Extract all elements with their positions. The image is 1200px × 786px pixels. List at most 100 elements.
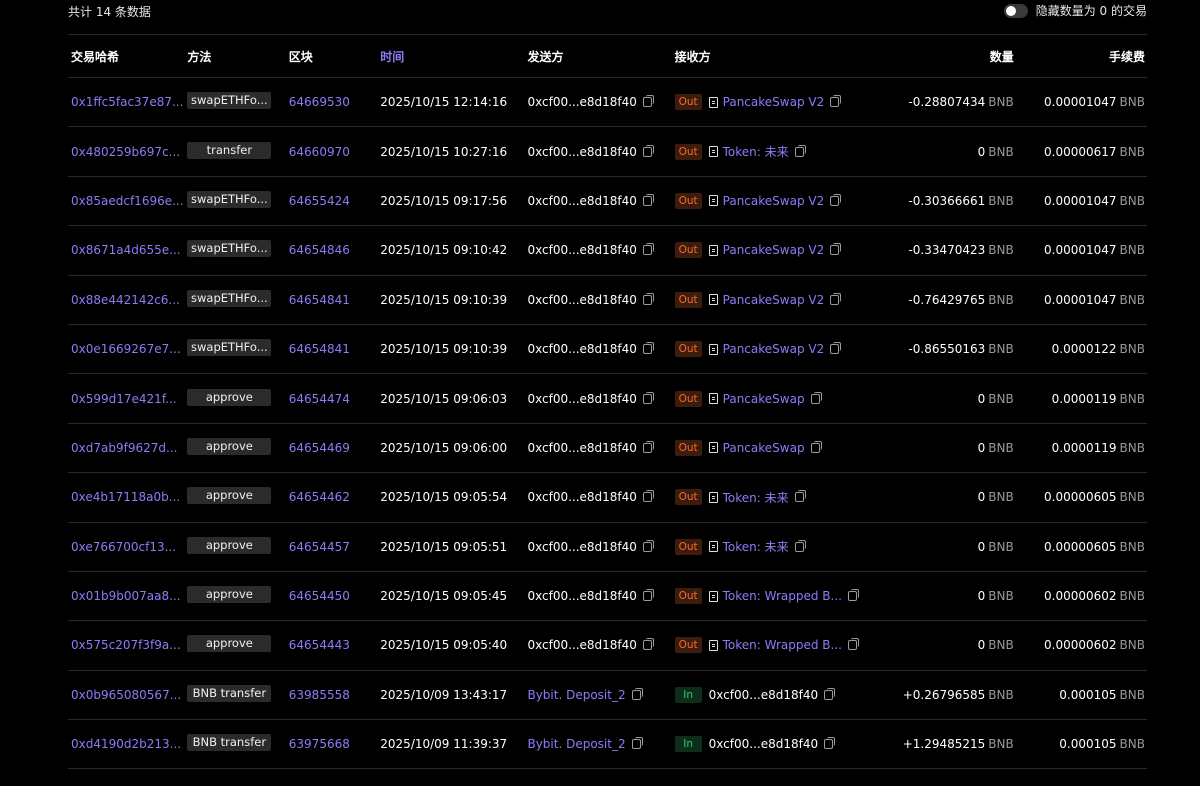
amount-value: 0 [977, 440, 986, 455]
copy-icon[interactable] [794, 539, 806, 552]
direction-badge: Out [674, 637, 702, 654]
amount-unit: BNB [988, 638, 1014, 653]
tx-hash-link[interactable]: 0xd4190d2b213... [71, 737, 181, 751]
copy-icon[interactable] [794, 490, 806, 503]
to-address[interactable]: Token: 未来 [723, 489, 789, 506]
block-link[interactable]: 64654474 [289, 392, 350, 406]
toggle-knob [1005, 5, 1016, 16]
copy-icon[interactable] [642, 292, 654, 305]
from-address: 0xcf00...e8d18f40 [527, 144, 637, 159]
copy-icon[interactable] [642, 193, 654, 206]
tx-hash-link[interactable]: 0xd7ab9f9627d... [71, 441, 177, 455]
copy-icon[interactable] [642, 144, 654, 157]
amount-value: +1.29485215 [902, 737, 986, 752]
copy-icon[interactable] [642, 490, 654, 503]
amount-unit: BNB [988, 490, 1014, 505]
copy-icon[interactable] [830, 342, 842, 355]
copy-icon[interactable] [810, 391, 822, 404]
block-link[interactable]: 64669530 [289, 95, 350, 109]
block-link[interactable]: 64654841 [289, 342, 350, 356]
to-address[interactable]: Token: 未来 [723, 538, 789, 555]
copy-icon[interactable] [824, 737, 836, 750]
block-link[interactable]: 64654846 [289, 243, 350, 257]
tx-hash-link[interactable]: 0x575c207f3f9a... [71, 638, 181, 652]
block-link[interactable]: 63975668 [289, 737, 350, 751]
copy-icon[interactable] [631, 737, 643, 750]
from-address[interactable]: Bybit. Deposit_2 [527, 737, 625, 751]
copy-icon[interactable] [642, 342, 654, 355]
to-address[interactable]: PancakeSwap V2 [723, 194, 825, 208]
tx-time: 2025/10/15 09:17:56 [380, 193, 508, 208]
to-address[interactable]: Token: Wrapped B... [723, 589, 842, 603]
amount-unit: BNB [988, 243, 1014, 258]
block-link[interactable]: 64660970 [289, 145, 350, 159]
copy-icon[interactable] [631, 687, 643, 700]
col-header-time[interactable]: 时间 [377, 48, 524, 65]
from-address: 0xcf00...e8d18f40 [527, 342, 637, 357]
fee-unit: BNB [1119, 440, 1145, 455]
block-link[interactable]: 64654462 [289, 490, 350, 504]
to-address[interactable]: Token: 未来 [723, 143, 789, 160]
block-link[interactable]: 64654457 [289, 540, 350, 554]
from-address: 0xcf00...e8d18f40 [527, 391, 637, 406]
block-link[interactable]: 64654450 [289, 589, 350, 603]
tx-hash-link[interactable]: 0x85aedcf1696e... [71, 194, 184, 208]
to-address[interactable]: PancakeSwap [723, 441, 805, 455]
copy-icon[interactable] [824, 687, 836, 700]
copy-icon[interactable] [810, 440, 822, 453]
tx-hash-link[interactable]: 0xe766700cf13... [71, 540, 176, 554]
method-tag: approve [187, 437, 272, 455]
copy-icon[interactable] [642, 539, 654, 552]
from-address[interactable]: Bybit. Deposit_2 [527, 688, 625, 702]
to-address[interactable]: PancakeSwap V2 [723, 293, 825, 307]
copy-icon[interactable] [642, 589, 654, 602]
direction-badge: In [674, 736, 702, 753]
tx-hash-link[interactable]: 0x01b9b007aa8... [71, 589, 181, 603]
copy-icon[interactable] [642, 638, 654, 651]
tx-hash-link[interactable]: 0x88e442142c6... [71, 293, 180, 307]
table-row: 0xe766700cf13... approve 64654457 2025/10/1… [68, 523, 1147, 572]
block-link[interactable]: 63985558 [289, 688, 350, 702]
fee-unit: BNB [1119, 687, 1145, 702]
fee-value: 0.0000122 [1051, 342, 1117, 357]
hide-zero-toggle[interactable] [1003, 3, 1028, 18]
copy-icon[interactable] [847, 638, 859, 651]
contract-icon [708, 639, 718, 651]
tx-hash-link[interactable]: 0xe4b17118a0b... [71, 490, 180, 504]
direction-badge: Out [674, 341, 702, 358]
table-row: 0x480259b697c... transfer 64660970 2025/10/… [68, 127, 1147, 177]
copy-icon[interactable] [642, 391, 654, 404]
tx-hash-link[interactable]: 0x480259b697c... [71, 145, 180, 159]
copy-icon[interactable] [830, 193, 842, 206]
tx-hash-link[interactable]: 0x0e1669267e7... [71, 342, 181, 356]
hide-zero-filter[interactable]: 隐藏数量为 0 的交易 [1003, 2, 1147, 19]
fee-unit: BNB [1119, 589, 1145, 604]
block-link[interactable]: 64654469 [289, 441, 350, 455]
direction-badge: Out [674, 94, 702, 111]
copy-icon[interactable] [794, 144, 806, 157]
block-link[interactable]: 64655424 [289, 194, 350, 208]
copy-icon[interactable] [830, 292, 842, 305]
amount-value: -0.76429765 [908, 292, 986, 307]
copy-icon[interactable] [847, 589, 859, 602]
block-link[interactable]: 64654443 [289, 638, 350, 652]
copy-icon[interactable] [830, 243, 842, 256]
block-link[interactable]: 64654841 [289, 293, 350, 307]
to-address[interactable]: PancakeSwap V2 [723, 95, 825, 109]
copy-icon[interactable] [830, 95, 842, 108]
copy-icon[interactable] [642, 243, 654, 256]
to-address[interactable]: PancakeSwap [723, 392, 805, 406]
to-address[interactable]: PancakeSwap V2 [723, 342, 825, 356]
to-address[interactable]: Token: Wrapped B... [723, 638, 842, 652]
tx-hash-link[interactable]: 0x8671a4d655e... [71, 243, 181, 257]
copy-icon[interactable] [642, 440, 654, 453]
to-address[interactable]: PancakeSwap V2 [723, 243, 825, 257]
tx-hash-link[interactable]: 0x0b965080567... [71, 688, 181, 702]
amount-unit: BNB [988, 687, 1014, 702]
copy-icon[interactable] [642, 95, 654, 108]
from-address: 0xcf00...e8d18f40 [527, 440, 637, 455]
method-tag: approve [187, 536, 272, 554]
tx-hash-link[interactable]: 0x599d17e421f... [71, 392, 177, 406]
tx-hash-link[interactable]: 0x1ffc5fac37e87... [71, 95, 183, 109]
tx-time: 2025/10/15 09:10:42 [380, 243, 508, 258]
